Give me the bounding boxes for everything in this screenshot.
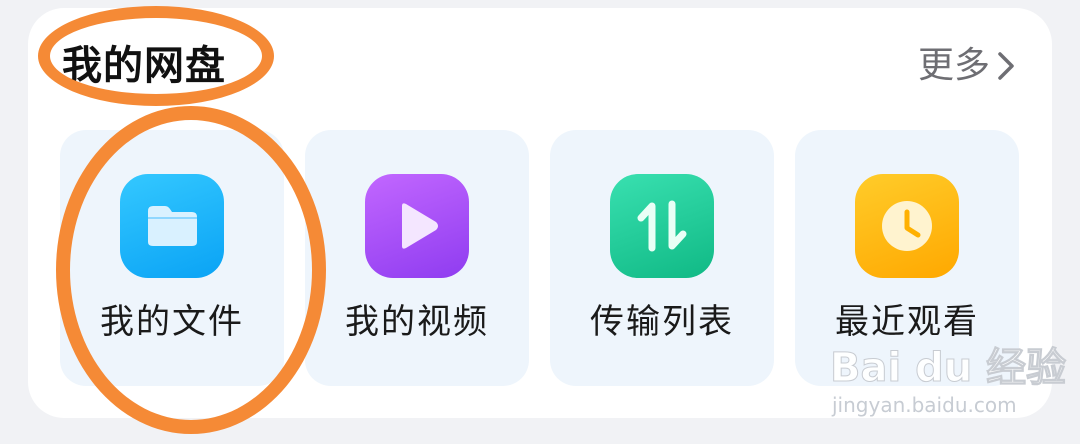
more-link[interactable]: 更多: [918, 42, 1016, 90]
tile-label: 最近观看: [835, 302, 979, 342]
watermark-url: jingyan.baidu.com: [832, 393, 1017, 417]
tile-label: 我的视频: [345, 302, 489, 342]
chevron-right-icon: [998, 52, 1014, 80]
clock-icon: [855, 174, 959, 278]
play-icon: [365, 174, 469, 278]
annotation-circle-my-files: [56, 106, 326, 434]
tile-label: 传输列表: [590, 302, 734, 342]
annotation-circle-title: [38, 6, 274, 106]
transfer-arrows-icon: [610, 174, 714, 278]
tile-transfer-list[interactable]: 传输列表: [550, 130, 774, 386]
more-label: 更多: [917, 45, 990, 86]
tile-my-videos[interactable]: 我的视频: [305, 130, 529, 386]
baidu-jingyan-watermark: Bai du 经验: [829, 345, 1067, 391]
